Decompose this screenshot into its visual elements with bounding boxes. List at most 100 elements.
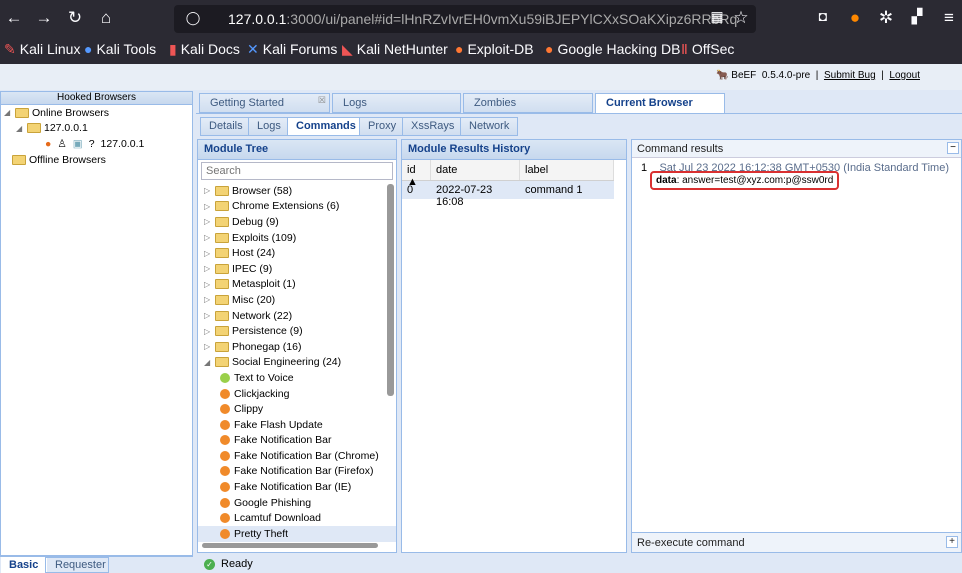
bookmark-kali-docs[interactable]: ▮ Kali Docs — [169, 41, 240, 58]
module-item[interactable]: Fake Flash Update — [198, 417, 396, 433]
module-category[interactable]: ▷ Debug (9) — [198, 214, 396, 230]
forward-icon[interactable]: → — [33, 8, 55, 28]
status-dot-icon — [220, 513, 230, 524]
scrollbar[interactable] — [387, 184, 394, 396]
module-category[interactable]: ▷ Exploits (109) — [198, 230, 396, 246]
bookmark-kali-tools[interactable]: ● Kali Tools — [84, 41, 156, 57]
submit-bug-link[interactable]: Submit Bug — [824, 70, 876, 81]
pocket-icon[interactable]: ◘ — [812, 8, 834, 24]
menu-icon[interactable]: ≡ — [938, 8, 960, 28]
module-item[interactable]: Pretty Theft — [198, 526, 396, 542]
module-label: Fake Flash Update — [234, 418, 323, 431]
reexecute-command[interactable]: Re-execute command — [637, 537, 745, 549]
bookmark-exploit-db[interactable]: ● Exploit-DB — [455, 41, 534, 57]
expand-arrow-icon[interactable]: ▷ — [204, 202, 212, 211]
module-item[interactable]: Fake Notification Bar (Firefox) — [198, 464, 396, 480]
module-label: Pretty Theft — [234, 527, 289, 540]
expand-icon[interactable]: + — [946, 536, 958, 548]
collapse-icon[interactable]: − — [947, 142, 959, 154]
module-category[interactable]: ▷ Misc (20) — [198, 292, 396, 308]
status-dot-icon — [220, 528, 230, 539]
module-item[interactable]: Clippy — [198, 401, 396, 417]
qr-icon[interactable]: ▦ — [706, 8, 728, 25]
expand-arrow-icon[interactable]: ▷ — [204, 186, 212, 195]
module-item[interactable]: Text to Voice — [198, 370, 396, 386]
expand-arrow-icon[interactable]: ▷ — [204, 311, 212, 320]
tab-getting-started[interactable]: Getting Started ☒ — [199, 93, 330, 113]
module-category[interactable]: ▷ Host (24) — [198, 245, 396, 261]
shield-icon[interactable]: ◯ — [182, 10, 204, 26]
bookmark-kali-forums[interactable]: ✕ Kali Forums — [247, 41, 337, 58]
module-item[interactable]: Lcamtuf Download — [198, 510, 396, 526]
module-category[interactable]: ▷ Chrome Extensions (6) — [198, 199, 396, 215]
collapse-arrow-icon[interactable]: ◢ — [204, 358, 212, 367]
reload-icon[interactable]: ↻ — [64, 8, 86, 28]
module-item[interactable]: Fake Notification Bar (Chrome) — [198, 448, 396, 464]
subtab-network[interactable]: Network — [460, 117, 519, 136]
hooked-browser-entry[interactable]: ● ♙ ▣? 127.0.0.1 — [1, 136, 192, 152]
logout-link[interactable]: Logout — [889, 70, 920, 81]
expand-arrow-icon[interactable]: ▷ — [204, 327, 212, 336]
horizontal-scrollbar[interactable] — [202, 543, 378, 548]
module-item[interactable]: Fake Notification Bar — [198, 433, 396, 449]
bookmark-kali-nethunter[interactable]: ◣ Kali NetHunter — [342, 41, 448, 58]
module-item[interactable]: Clickjacking — [198, 386, 396, 402]
home-icon[interactable]: ⌂ — [95, 8, 117, 28]
module-category[interactable]: ▷ Metasploit (1) — [198, 277, 396, 293]
subtab-commands[interactable]: Commands — [287, 117, 365, 136]
tab-current-browser[interactable]: Current Browser — [595, 93, 725, 114]
status-dot-icon — [220, 450, 230, 461]
expand-arrow-icon[interactable]: ▷ — [204, 249, 212, 258]
subtab-xssrays[interactable]: XssRays — [402, 117, 464, 136]
expand-arrow-icon[interactable]: ▷ — [204, 295, 212, 304]
column-date[interactable]: date — [431, 160, 520, 180]
extensions-icon[interactable]: ▞ — [906, 8, 928, 25]
bookmark-offsec[interactable]: Ⅱ OffSec — [681, 41, 734, 58]
subtab-details[interactable]: Details — [200, 117, 252, 136]
expand-arrow-icon[interactable]: ▷ — [204, 264, 212, 273]
bookmark-google-hacking-db[interactable]: ● Google Hacking DB — [545, 41, 680, 57]
module-category[interactable]: ◢ Social Engineering (24) — [198, 355, 396, 371]
tab-zombies[interactable]: Zombies — [463, 93, 593, 113]
star-icon[interactable]: ☆ — [730, 8, 752, 28]
tree-offline-browsers[interactable]: Offline Browsers — [1, 152, 192, 168]
cookie-icon[interactable]: ✲ — [875, 8, 897, 28]
close-icon[interactable]: ☒ — [318, 95, 326, 106]
url-bar[interactable]: 127.0.0.1:3000/ui/panel#id=lHnRZvIvrEH0v… — [174, 5, 756, 33]
expand-arrow-icon[interactable]: ▷ — [204, 342, 212, 351]
module-category[interactable]: ▷ Network (22) — [198, 308, 396, 324]
table-row[interactable]: 0 2022-07-23 16:08 command 1 — [402, 181, 614, 208]
tab-logs[interactable]: Logs — [332, 93, 461, 113]
result-data: data: answer=test@xyz.com:p@ssw0rd — [650, 171, 840, 190]
module-label: Fake Notification Bar (IE) — [234, 481, 352, 494]
tree-online-browsers[interactable]: ◢ Online Browsers — [1, 105, 192, 121]
module-category[interactable]: ▷ Persistence (9) — [198, 323, 396, 339]
expand-arrow-icon[interactable]: ▷ — [204, 280, 212, 289]
column-id[interactable]: id ▲ — [402, 160, 431, 188]
module-item[interactable]: Google Phishing — [198, 495, 396, 511]
module-category[interactable]: ▷ IPEC (9) — [198, 261, 396, 277]
folder-icon — [215, 294, 229, 305]
subtab-proxy[interactable]: Proxy — [359, 117, 406, 136]
category-label: IPEC (9) — [232, 262, 273, 275]
module-category[interactable]: ▷ Phonegap (16) — [198, 339, 396, 355]
firefox-icon: ● — [45, 137, 52, 150]
tab-requester[interactable]: Requester — [45, 557, 109, 573]
beef-header: 🐂 BeEF 0.5.4.0-pre | Submit Bug | Logout — [0, 64, 962, 90]
folder-icon — [15, 107, 29, 118]
expand-arrow-icon[interactable]: ▷ — [204, 233, 212, 242]
tab-basic[interactable]: Basic — [1, 557, 47, 573]
column-label[interactable]: label — [520, 160, 614, 180]
result-index: 1 — [641, 162, 648, 174]
module-item[interactable]: Fake Notification Bar (IE) — [198, 479, 396, 495]
extension-icon[interactable]: ● — [844, 8, 866, 28]
tree-host[interactable]: ◢ 127.0.0.1 — [1, 121, 192, 137]
back-icon[interactable]: ← — [3, 8, 25, 28]
module-category[interactable]: ▷ Browser (58) — [198, 183, 396, 199]
folder-icon — [215, 232, 229, 243]
bookmark-kali-linux[interactable]: ✎ Kali Linux — [4, 41, 80, 58]
category-label: Misc (20) — [232, 293, 276, 306]
search-input[interactable] — [201, 162, 393, 180]
expand-arrow-icon[interactable]: ▷ — [204, 217, 212, 226]
subtab-logs[interactable]: Logs — [248, 117, 290, 136]
